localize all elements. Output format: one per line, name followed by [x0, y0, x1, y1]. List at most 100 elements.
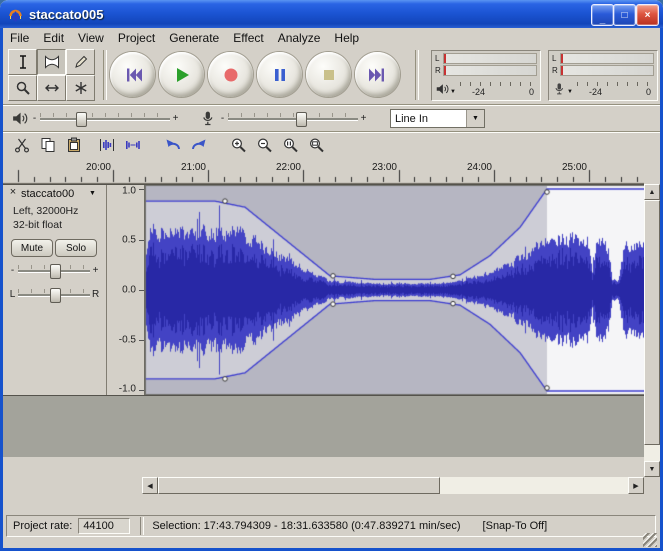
multi-tool-button[interactable] [66, 75, 95, 101]
cut-button[interactable] [9, 134, 35, 157]
menu-edit[interactable]: Edit [36, 29, 71, 47]
zoom-out-button[interactable] [252, 134, 278, 157]
selection-tool-button[interactable] [8, 49, 37, 75]
scroll-down-button[interactable]: ▼ [644, 461, 660, 477]
scroll-left-button[interactable]: ◀ [142, 477, 158, 494]
scrollbar-corner [644, 477, 660, 494]
input-meter-bar-left [560, 53, 654, 64]
output-meter-bar-right [443, 65, 537, 76]
draw-tool-button[interactable] [66, 49, 95, 75]
menu-project[interactable]: Project [111, 29, 162, 47]
skip-to-end-button[interactable] [355, 52, 400, 97]
close-button[interactable]: × [636, 4, 659, 26]
zoom-out-icon [256, 137, 274, 153]
resize-grip[interactable] [643, 533, 657, 547]
input-meter-bar-right [560, 65, 654, 76]
input-source-select[interactable]: Line In ▼ [390, 109, 485, 128]
speaker-icon[interactable] [435, 82, 449, 96]
vertical-scroll-thumb[interactable] [644, 200, 660, 445]
input-volume-thumb[interactable] [296, 112, 307, 127]
play-button[interactable] [159, 52, 204, 97]
minimize-button[interactable]: _ [591, 4, 614, 26]
output-volume-thumb[interactable] [76, 112, 87, 127]
output-meter[interactable]: L R ▼ -24 0 [431, 50, 541, 101]
meter-left-label: L [552, 54, 560, 63]
track-close-button[interactable]: × [7, 186, 19, 198]
waveform-display[interactable] [145, 185, 647, 395]
toolbar-separator [103, 50, 107, 100]
output-volume-track[interactable] [40, 112, 170, 125]
undo-button[interactable] [160, 134, 186, 157]
vertical-ruler[interactable]: 1.0 0.5 0.0 -0.5 -1.0 [107, 185, 145, 395]
output-volume-slider[interactable]: - + [31, 109, 179, 127]
menu-generate[interactable]: Generate [162, 29, 226, 47]
scroll-up-button[interactable]: ▲ [644, 184, 660, 200]
gain-thumb[interactable] [50, 264, 61, 279]
menu-help[interactable]: Help [327, 29, 366, 47]
meter-menu-arrow-icon[interactable]: ▼ [567, 89, 573, 95]
project-rate-value[interactable]: 44100 [78, 518, 130, 534]
silence-button[interactable] [120, 134, 146, 157]
record-icon [221, 65, 241, 85]
arrow-up-icon: ▲ [649, 189, 656, 196]
selection-status: Selection: 17:43.794309 - 18:31.633580 (… [152, 520, 460, 532]
input-meter[interactable]: L R ▼ -24 0 [548, 50, 658, 101]
input-volume-track[interactable] [228, 112, 358, 125]
meter-clip-line [444, 66, 446, 75]
combo-dropdown-button[interactable]: ▼ [466, 110, 484, 127]
scroll-right-button[interactable]: ▶ [628, 477, 644, 494]
copy-button[interactable] [35, 134, 61, 157]
main-toolbar: L R ▼ -24 0 L R ▼ -24 0 [3, 47, 660, 104]
zoom-in-button[interactable] [226, 134, 252, 157]
arrow-right-icon: ▶ [633, 482, 638, 490]
clipboard-icon [65, 137, 83, 153]
status-panel: Project rate: 44100 Selection: 17:43.794… [6, 515, 656, 537]
menu-effect[interactable]: Effect [226, 29, 270, 47]
microphone-icon[interactable] [552, 82, 566, 96]
titlebar[interactable]: staccato005 _ □ × [0, 0, 663, 28]
meter-clip-line [561, 66, 563, 75]
pause-button[interactable] [257, 52, 302, 97]
vruler-label: 0.0 [122, 285, 136, 296]
meter-menu-arrow-icon[interactable]: ▼ [450, 89, 456, 95]
zoom-selection-icon [282, 137, 300, 153]
horizontal-scroll-thumb[interactable] [158, 477, 440, 494]
trim-button[interactable] [94, 134, 120, 157]
track-area: × staccato00 ▼ Left, 32000Hz 32-bit floa… [3, 185, 644, 395]
transport-controls [110, 52, 400, 97]
pan-thumb[interactable] [50, 288, 61, 303]
mute-button[interactable]: Mute [11, 239, 53, 257]
menu-file[interactable]: File [3, 29, 36, 47]
skip-to-start-button[interactable] [110, 52, 155, 97]
stop-button[interactable] [306, 52, 351, 97]
vruler-label: -0.5 [119, 335, 136, 346]
track-title[interactable]: staccato00 [21, 188, 74, 200]
gain-slider[interactable]: - + [9, 261, 99, 279]
timeline-ruler[interactable]: 20:00 21:00 22:00 23:00 24:00 25:00 [3, 158, 644, 184]
output-meter-scale: -24 0 [458, 80, 537, 98]
menu-analyze[interactable]: Analyze [271, 29, 328, 47]
solo-button[interactable]: Solo [55, 239, 97, 257]
timeline-label: 24:00 [467, 162, 492, 173]
fit-project-button[interactable] [304, 134, 330, 157]
track-menu-arrow-icon[interactable]: ▼ [89, 190, 96, 197]
menu-view[interactable]: View [71, 29, 111, 47]
redo-button[interactable] [186, 134, 212, 157]
maximize-button[interactable]: □ [613, 4, 636, 26]
scissors-icon [13, 137, 31, 153]
gain-minus-label: - [9, 265, 16, 276]
zoom-tool-button[interactable] [8, 75, 37, 101]
input-volume-slider[interactable]: - + [219, 109, 367, 127]
timeshift-tool-button[interactable] [37, 75, 66, 101]
arrow-down-icon: ▼ [649, 466, 656, 473]
pan-track[interactable] [18, 288, 90, 301]
status-divider [140, 517, 144, 535]
pan-slider[interactable]: L R [9, 285, 99, 303]
double-arrow-icon [44, 80, 60, 96]
pan-left-label: L [9, 289, 16, 300]
record-button[interactable] [208, 52, 253, 97]
fit-selection-button[interactable] [278, 134, 304, 157]
gain-track[interactable] [18, 264, 90, 277]
paste-button[interactable] [61, 134, 87, 157]
envelope-tool-button[interactable] [37, 49, 66, 75]
